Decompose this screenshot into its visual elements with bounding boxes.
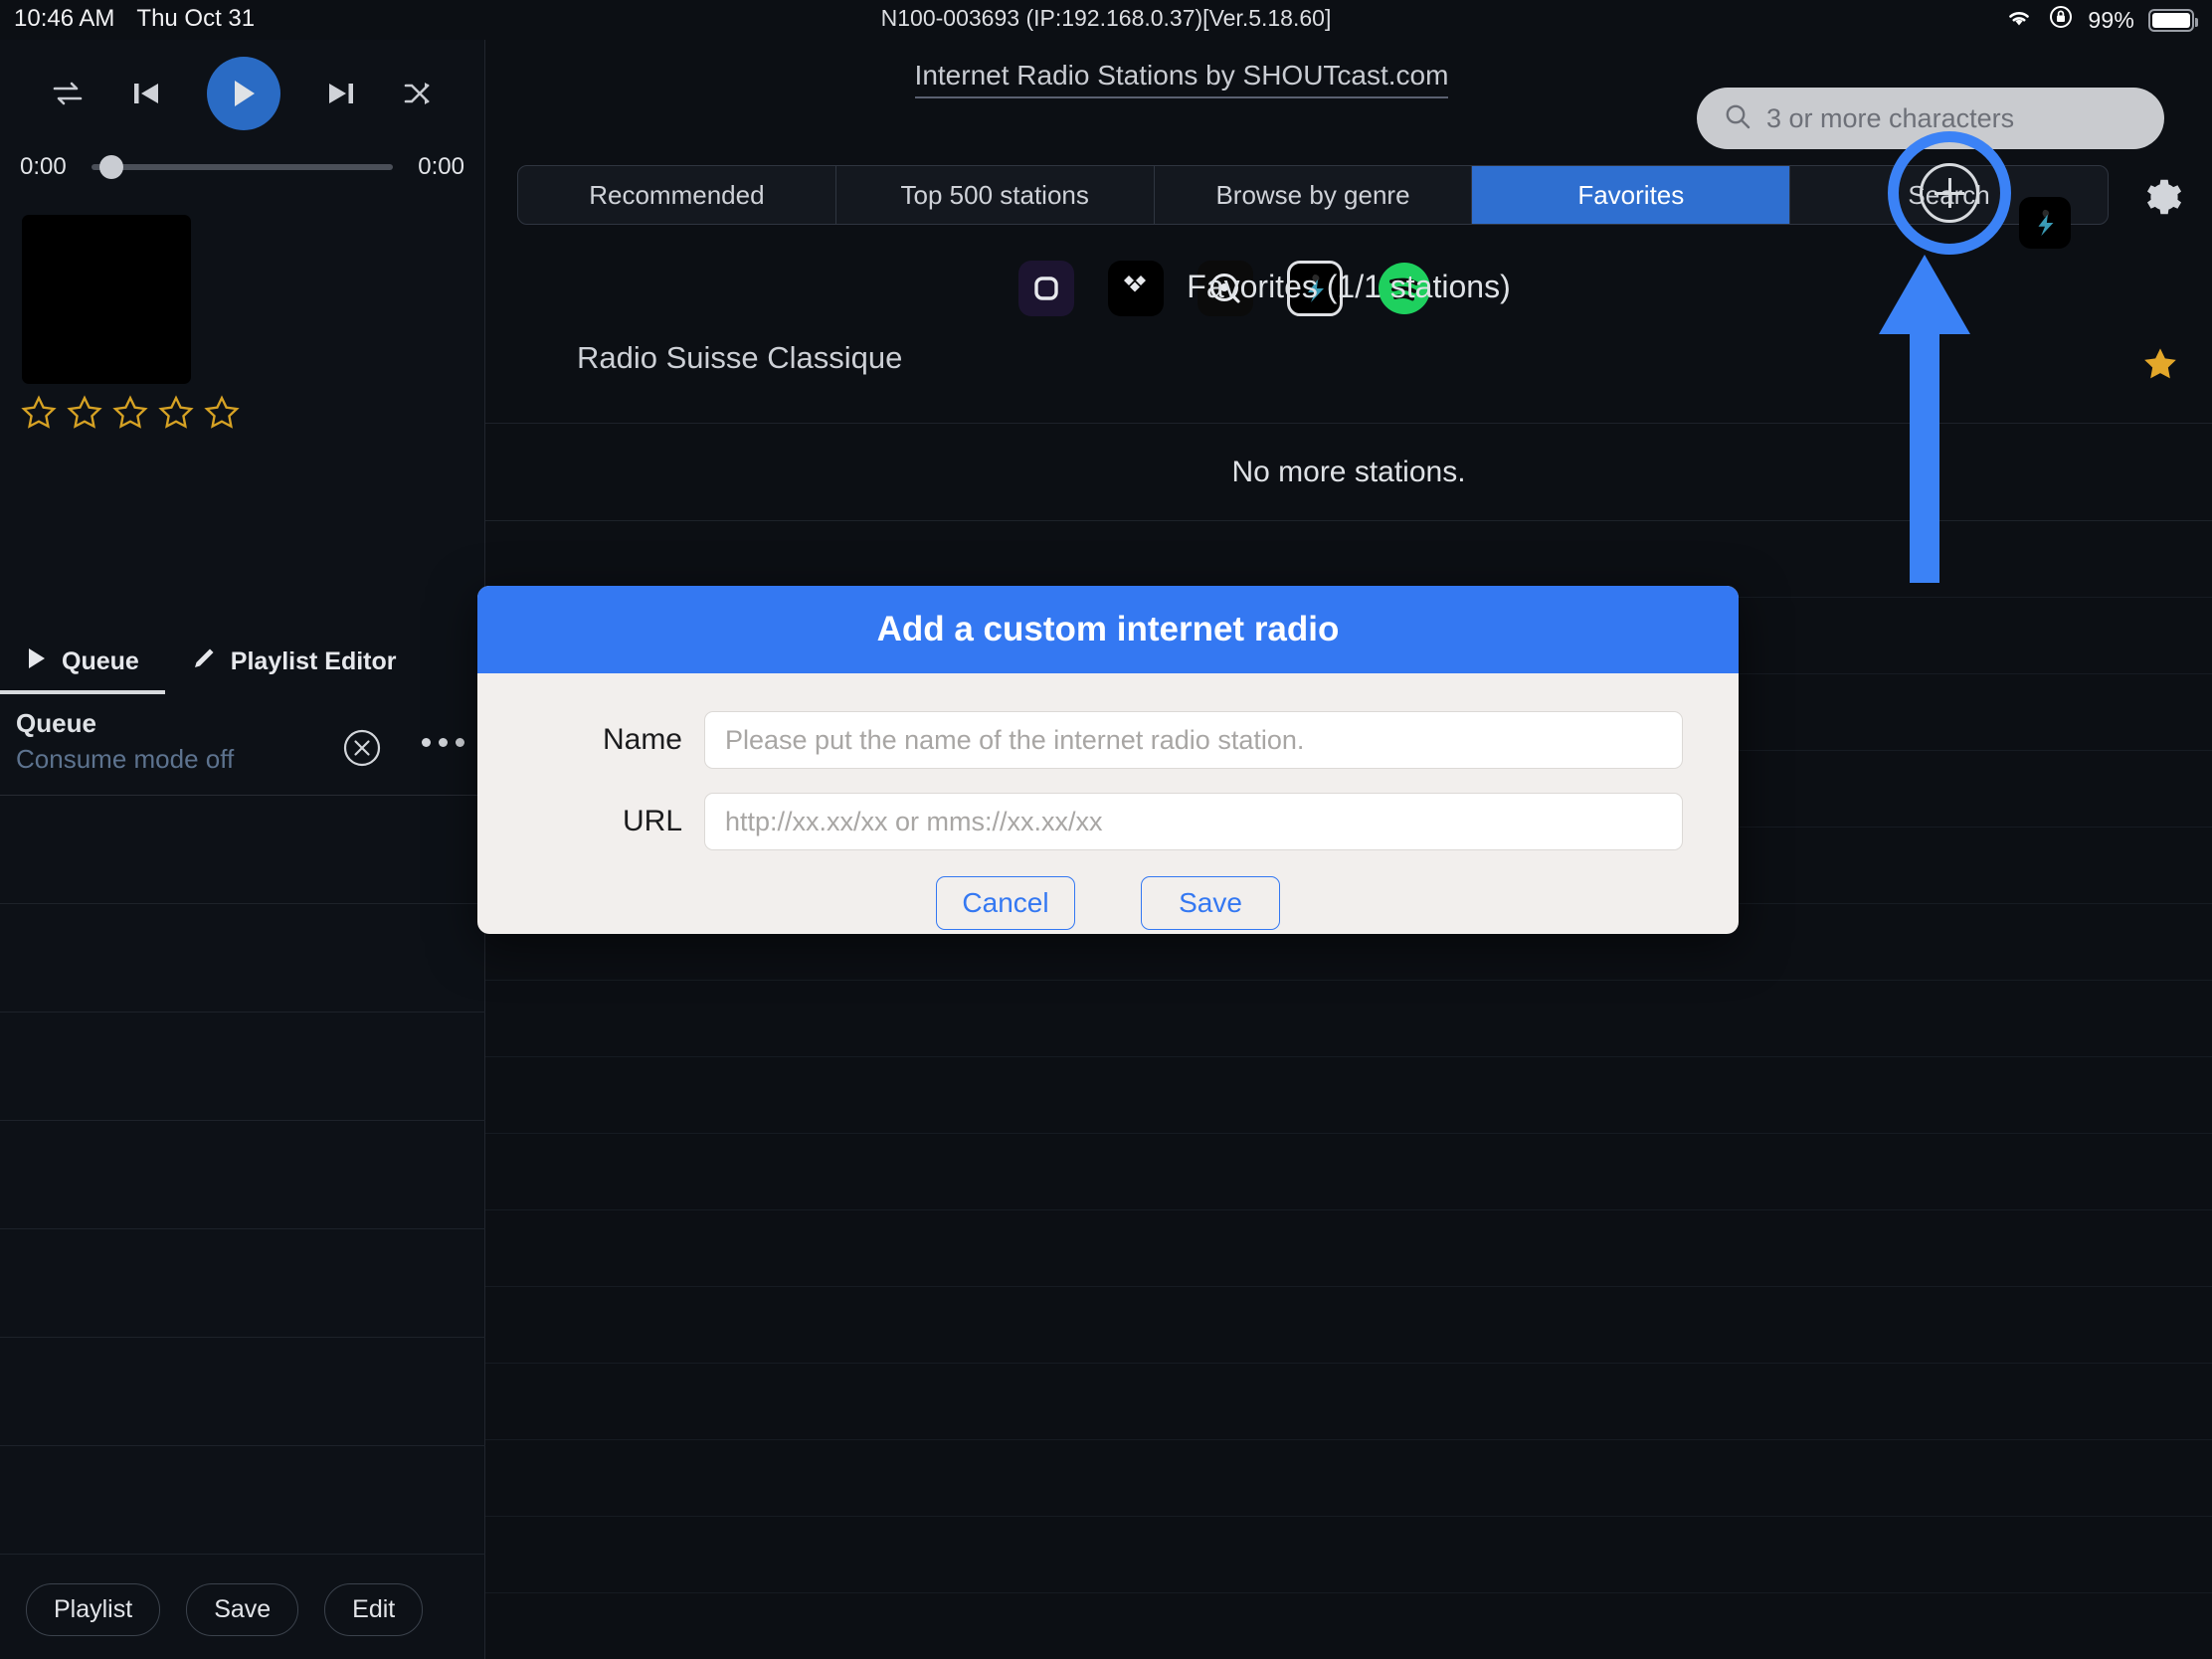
- list-item: [485, 1440, 2212, 1517]
- name-field-row: Name Please put the name of the internet…: [533, 711, 1683, 769]
- rating-star-5: [204, 395, 240, 429]
- name-input-placeholder: Please put the name of the internet radi…: [725, 724, 1305, 755]
- list-item: [485, 1057, 2212, 1134]
- queue-row[interactable]: [0, 1121, 485, 1229]
- cancel-button[interactable]: Cancel: [936, 876, 1075, 930]
- table-row[interactable]: Radio Suisse Classique: [485, 328, 2212, 424]
- url-input-placeholder: http://xx.xx/xx or mms://xx.xx/xx: [725, 806, 1103, 836]
- tab-browse-by-genre[interactable]: Browse by genre: [1155, 166, 1473, 224]
- page-title: Internet Radio Stations by SHOUTcast.com: [485, 60, 1878, 98]
- shoutcast-badge-icon: [2019, 197, 2071, 249]
- pencil-icon: [191, 645, 217, 678]
- consume-mode-status: Consume mode off: [16, 744, 235, 774]
- queue-row[interactable]: [0, 1446, 485, 1555]
- dialog-actions: Cancel Save: [533, 876, 1683, 930]
- sidebar-bottom-bar: Playlist Save Edit: [0, 1560, 485, 1659]
- save-button[interactable]: Save: [186, 1582, 299, 1636]
- url-input[interactable]: http://xx.xx/xx or mms://xx.xx/xx: [704, 793, 1683, 850]
- player-sidebar: 0:00 0:00 Queue Playlist Editor Queue Co…: [0, 40, 485, 1659]
- rating-star-3: [112, 395, 148, 429]
- list-item: [485, 981, 2212, 1057]
- sidebar-tabbar: Queue Playlist Editor: [0, 633, 485, 694]
- status-device-info: N100-003693 (IP:192.168.0.37)[Ver.5.18.6…: [880, 5, 1332, 31]
- rating-star-2: [67, 395, 102, 429]
- list-item: [485, 1364, 2212, 1440]
- next-track-icon[interactable]: [324, 77, 358, 110]
- wifi-icon: [2004, 5, 2034, 36]
- category-tabbar: Recommended Top 500 stations Browse by g…: [517, 165, 2109, 225]
- tab-playlist-editor-label: Playlist Editor: [230, 646, 397, 675]
- clear-circle-x-icon[interactable]: [340, 726, 384, 775]
- name-field-label: Name: [602, 723, 682, 756]
- favorite-star-icon[interactable]: [2140, 344, 2180, 389]
- name-input[interactable]: Please put the name of the internet radi…: [704, 711, 1683, 769]
- tab-favorites[interactable]: Favorites: [1472, 166, 1791, 224]
- edit-button[interactable]: Edit: [324, 1582, 424, 1636]
- queue-row[interactable]: [0, 904, 485, 1013]
- rating-stars[interactable]: [0, 384, 484, 432]
- repeat-icon[interactable]: [50, 79, 86, 108]
- battery-icon: [2148, 9, 2198, 32]
- tab-queue[interactable]: Queue: [0, 633, 165, 694]
- screen-root: 10:46 AM Thu Oct 31 N100-003693 (IP:192.…: [0, 0, 2212, 1659]
- dialog-save-button[interactable]: Save: [1141, 876, 1280, 930]
- status-bar: 10:46 AM Thu Oct 31 N100-003693 (IP:192.…: [0, 0, 2212, 40]
- queue-info-row: Queue Consume mode off: [0, 704, 485, 796]
- queue-title: Queue: [16, 708, 96, 738]
- previous-track-icon[interactable]: [129, 77, 163, 110]
- tab-playlist-editor[interactable]: Playlist Editor: [165, 633, 423, 694]
- queue-row[interactable]: [0, 1013, 485, 1121]
- search-placeholder: 3 or more characters: [1766, 102, 2015, 133]
- list-item: [485, 1134, 2212, 1210]
- seek-slider[interactable]: [92, 155, 393, 179]
- rating-star-4: [158, 395, 194, 429]
- station-name[interactable]: Radio Suisse Classique: [577, 340, 902, 376]
- shuffle-icon[interactable]: [402, 79, 436, 108]
- url-field-label: URL: [622, 805, 682, 837]
- queue-list: [0, 796, 485, 1555]
- dialog-title: Add a custom internet radio: [477, 586, 1739, 673]
- no-more-stations-label: No more stations.: [485, 424, 2212, 521]
- playlist-button[interactable]: Playlist: [26, 1582, 161, 1636]
- remaining-time: 0:00: [418, 153, 464, 180]
- queue-row[interactable]: [0, 1338, 485, 1446]
- rating-star-1: [21, 395, 57, 429]
- status-bar-right: 99%: [2004, 4, 2198, 37]
- page-title-text: Internet Radio Stations by SHOUTcast.com: [914, 60, 1449, 98]
- favorites-count-title: Favorites (1/1 stations): [1187, 269, 1511, 304]
- elapsed-time: 0:00: [20, 153, 67, 180]
- play-triangle-icon: [26, 646, 48, 677]
- search-icon: [1723, 101, 1752, 136]
- battery-percent: 99%: [2088, 7, 2134, 33]
- search-input[interactable]: 3 or more characters: [1697, 88, 2164, 149]
- dialog-body: Name Please put the name of the internet…: [477, 673, 1739, 930]
- queue-row[interactable]: [0, 1229, 485, 1338]
- rotation-lock-icon: [2048, 4, 2074, 37]
- seek-knob[interactable]: [99, 155, 123, 179]
- url-field-row: URL http://xx.xx/xx or mms://xx.xx/xx: [533, 793, 1683, 850]
- queue-row[interactable]: [0, 796, 485, 904]
- add-custom-radio-button[interactable]: [1920, 163, 1979, 223]
- now-playing-art-wrap: [0, 187, 484, 384]
- tab-queue-label: Queue: [62, 646, 139, 675]
- list-item: [485, 1210, 2212, 1287]
- tab-top-500-stations[interactable]: Top 500 stations: [836, 166, 1155, 224]
- list-item: [485, 1517, 2212, 1593]
- album-art: [22, 215, 191, 384]
- list-item: [485, 1287, 2212, 1364]
- add-custom-radio-dialog: Add a custom internet radio Name Please …: [477, 586, 1739, 934]
- gear-icon[interactable]: [2140, 175, 2184, 224]
- seek-bar-row: 0:00 0:00: [0, 147, 484, 187]
- play-icon[interactable]: [206, 57, 280, 130]
- tab-recommended[interactable]: Recommended: [518, 166, 836, 224]
- more-options-icon[interactable]: [422, 738, 464, 747]
- transport-controls: [0, 40, 484, 147]
